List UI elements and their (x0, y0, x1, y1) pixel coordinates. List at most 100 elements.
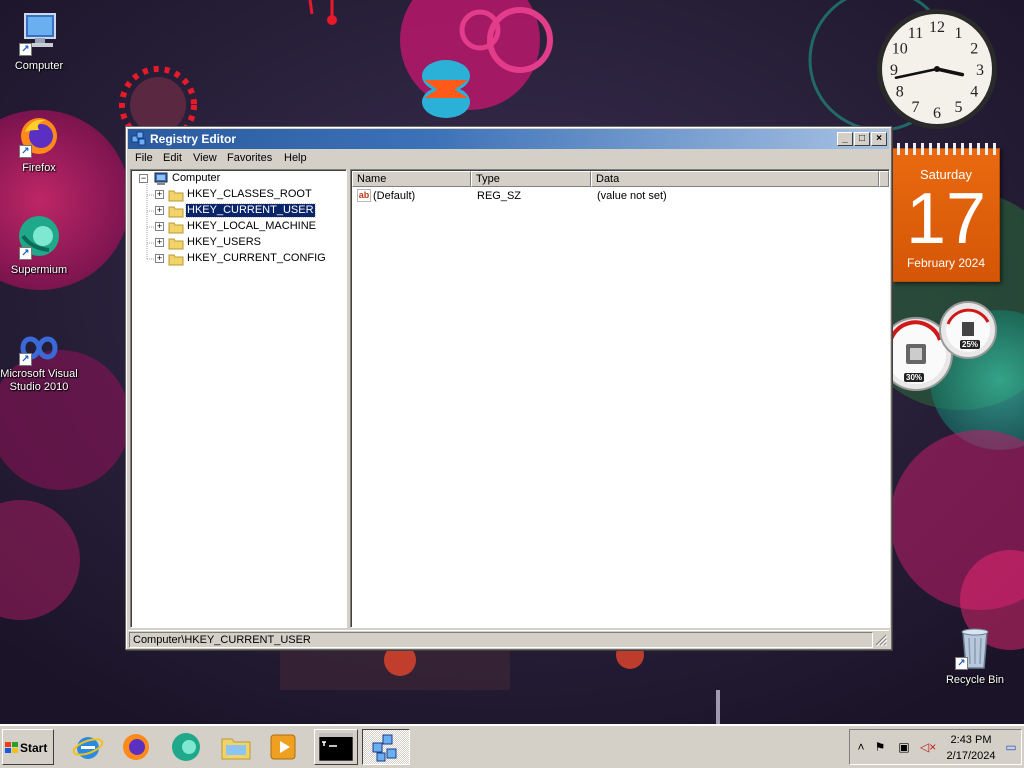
show-hidden-icons-chevron-icon[interactable]: ˄ (853, 740, 869, 756)
clock-number: 8 (896, 84, 904, 101)
status-bar: Computer\HKEY_CURRENT_USER (128, 630, 889, 648)
taskbar-supermium[interactable] (166, 729, 206, 765)
clock-number: 6 (933, 105, 941, 122)
firefox-icon (123, 734, 149, 760)
folder-open-icon (168, 206, 184, 218)
clock-number: 1 (955, 25, 963, 42)
calendar-gadget[interactable]: Saturday 17 February 2024 (892, 143, 1000, 282)
firefox-icon: ↗ (15, 112, 63, 160)
clock-gadget[interactable]: 12 1 2 3 4 5 6 7 8 9 10 11 (874, 6, 1000, 132)
menu-file[interactable]: File (135, 152, 153, 164)
desktop-icon-label: Firefox (22, 162, 56, 174)
taskbar-command-prompt[interactable] (314, 729, 358, 765)
desktop-icon-visual-studio[interactable]: ↗ Microsoft Visual Studio 2010 (0, 330, 78, 394)
tree-node-hkey-local-machine[interactable]: + HKEY_LOCAL_MACHINE (155, 219, 345, 235)
shortcut-arrow-icon: ↗ (19, 247, 32, 260)
tree-node-hkey-current-user[interactable]: + HKEY_CURRENT_USER (155, 203, 345, 219)
table-row[interactable]: ab (Default) REG_SZ (value not set) (353, 188, 889, 204)
values-list[interactable]: Name Type Data ab (Default) REG_SZ (valu… (350, 169, 890, 628)
clock-number: 12 (929, 19, 945, 36)
shortcut-arrow-icon: ↗ (19, 43, 32, 56)
desktop-icon-recycle-bin[interactable]: ↗ Recycle Bin (936, 624, 1014, 687)
column-header-name[interactable]: Name (352, 171, 471, 187)
menu-help[interactable]: Help (284, 152, 307, 164)
collapse-toggle[interactable]: − (139, 174, 148, 183)
folder-icon (168, 222, 184, 234)
action-center-flag-icon[interactable]: ⚑ (872, 740, 888, 756)
computer-icon: ↗ (15, 10, 63, 58)
internet-explorer-icon (72, 737, 104, 759)
tree-label: HKEY_LOCAL_MACHINE (187, 220, 316, 232)
tree-label-selected: HKEY_CURRENT_USER (185, 203, 316, 218)
desktop-icon-label: Recycle Bin (945, 674, 1005, 686)
close-button[interactable]: × (871, 132, 887, 146)
registry-tree[interactable]: − Computer + HKEY_CLASSES_ROOT + HKEY_CU… (130, 169, 347, 628)
clock-number: 7 (912, 99, 920, 116)
media-player-icon (270, 734, 296, 760)
show-desktop-icon[interactable]: ▭ (1002, 740, 1020, 756)
desktop-icon-label: Computer (14, 60, 64, 72)
tree-node-hkey-users[interactable]: + HKEY_USERS (155, 235, 345, 251)
tree-node-hkey-current-config[interactable]: + HKEY_CURRENT_CONFIG (155, 251, 345, 267)
desktop-icon-firefox[interactable]: ↗ Firefox (0, 112, 78, 175)
clock-number: 5 (955, 99, 963, 116)
column-header-type[interactable]: Type (471, 171, 591, 187)
tree-label: HKEY_CLASSES_ROOT (187, 188, 312, 200)
menu-bar: File Edit View Favorites Help (128, 150, 889, 168)
shortcut-arrow-icon: ↗ (19, 145, 32, 158)
taskbar-internet-explorer[interactable] (68, 729, 108, 765)
status-path: Computer\HKEY_CURRENT_USER (129, 632, 873, 648)
start-button[interactable]: Start (2, 729, 54, 765)
desktop-icon-label: Supermium (10, 264, 68, 276)
tree-label: HKEY_USERS (187, 236, 261, 248)
minimize-button[interactable]: _ (837, 132, 853, 146)
network-icon[interactable]: ▣ (896, 740, 912, 756)
clock-number: 3 (976, 62, 984, 79)
maximize-button[interactable]: □ (854, 132, 870, 146)
memory-percent: 25% (960, 340, 981, 349)
desktop-icon-label: Microsoft Visual Studio 2010 (0, 368, 78, 393)
expand-toggle[interactable]: + (155, 254, 164, 263)
expand-toggle[interactable]: + (155, 190, 164, 199)
system-tray: ˄ ⚑ ▣ ◁× 2:43 PM 2/17/2024 ▭ (849, 729, 1022, 765)
registry-editor-window[interactable]: Registry Editor _ □ × File Edit View Fav… (125, 126, 892, 650)
column-header-data[interactable]: Data (591, 171, 879, 187)
expand-toggle[interactable]: + (155, 206, 164, 215)
taskbar: Start ˄ ⚑ ▣ ◁× 2:43 PM 2/17/2024 ▭ (0, 724, 1024, 768)
visual-studio-icon: ↗ (15, 330, 63, 366)
clock-number: 4 (970, 84, 978, 101)
tray-date[interactable]: 2/17/2024 (940, 750, 1002, 762)
supermium-icon (172, 733, 200, 761)
clock-face: 12 1234567891011 (877, 9, 997, 129)
desktop-icon-supermium[interactable]: ↗ Supermium (0, 214, 78, 277)
tray-time[interactable]: 2:43 PM (940, 734, 1002, 746)
tree-node-hkey-classes-root[interactable]: + HKEY_CLASSES_ROOT (155, 187, 345, 203)
windows-logo-icon (5, 742, 18, 753)
desktop-icon-computer[interactable]: ↗ Computer (0, 10, 78, 73)
menu-edit[interactable]: Edit (163, 152, 182, 164)
menu-view[interactable]: View (193, 152, 217, 164)
title-bar[interactable]: Registry Editor _ □ × (128, 129, 889, 149)
column-header-filler (879, 171, 889, 187)
taskbar-file-explorer[interactable] (216, 729, 256, 765)
expand-toggle[interactable]: + (155, 238, 164, 247)
expand-toggle[interactable]: + (155, 222, 164, 231)
cpu-meter-gadget[interactable]: 30% 25% (879, 300, 1000, 394)
resize-grip-icon[interactable] (875, 634, 887, 646)
taskbar-registry-editor[interactable] (362, 729, 410, 765)
clock-number: 11 (908, 25, 923, 42)
computer-icon (154, 172, 168, 185)
taskbar-firefox[interactable] (116, 729, 156, 765)
calendar-day-number: 17 (905, 179, 987, 259)
window-title: Registry Editor (150, 132, 237, 146)
supermium-icon: ↗ (15, 214, 63, 262)
start-label: Start (20, 741, 48, 755)
volume-muted-icon[interactable]: ◁× (920, 740, 936, 756)
folder-icon (168, 238, 184, 250)
shortcut-arrow-icon: ↗ (955, 657, 968, 670)
menu-favorites[interactable]: Favorites (227, 152, 272, 164)
taskbar-media-player[interactable] (264, 729, 304, 765)
value-type: REG_SZ (477, 190, 522, 202)
tree-node-computer[interactable]: − Computer (139, 171, 339, 187)
cpu-percent: 30% (904, 373, 925, 382)
